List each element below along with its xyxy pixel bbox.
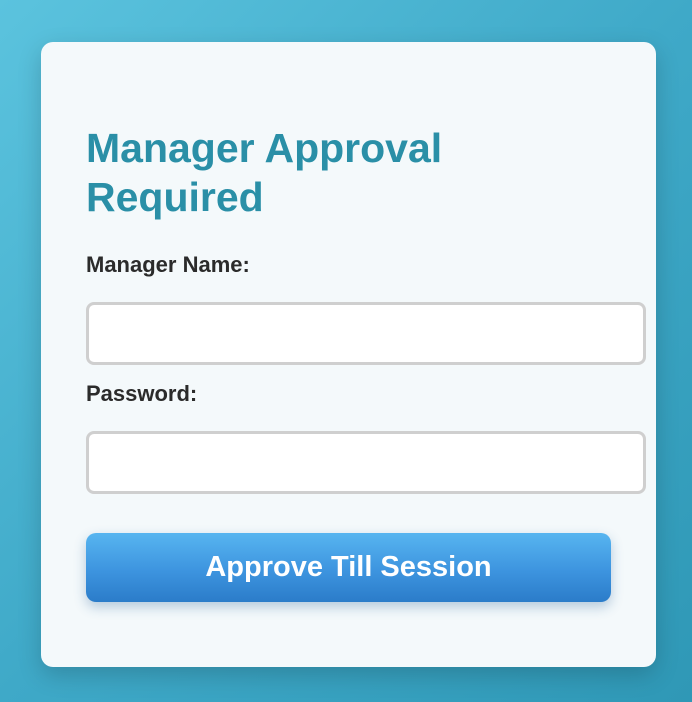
approval-card: Manager Approval Required Manager Name: … <box>41 42 656 667</box>
page-title: Manager Approval Required <box>86 125 443 220</box>
approve-till-session-button[interactable]: Approve Till Session <box>86 533 611 602</box>
password-input[interactable] <box>86 431 646 494</box>
manager-name-label: Manager Name: <box>86 252 250 277</box>
manager-name-input[interactable] <box>86 302 646 365</box>
password-label: Password: <box>86 381 198 406</box>
